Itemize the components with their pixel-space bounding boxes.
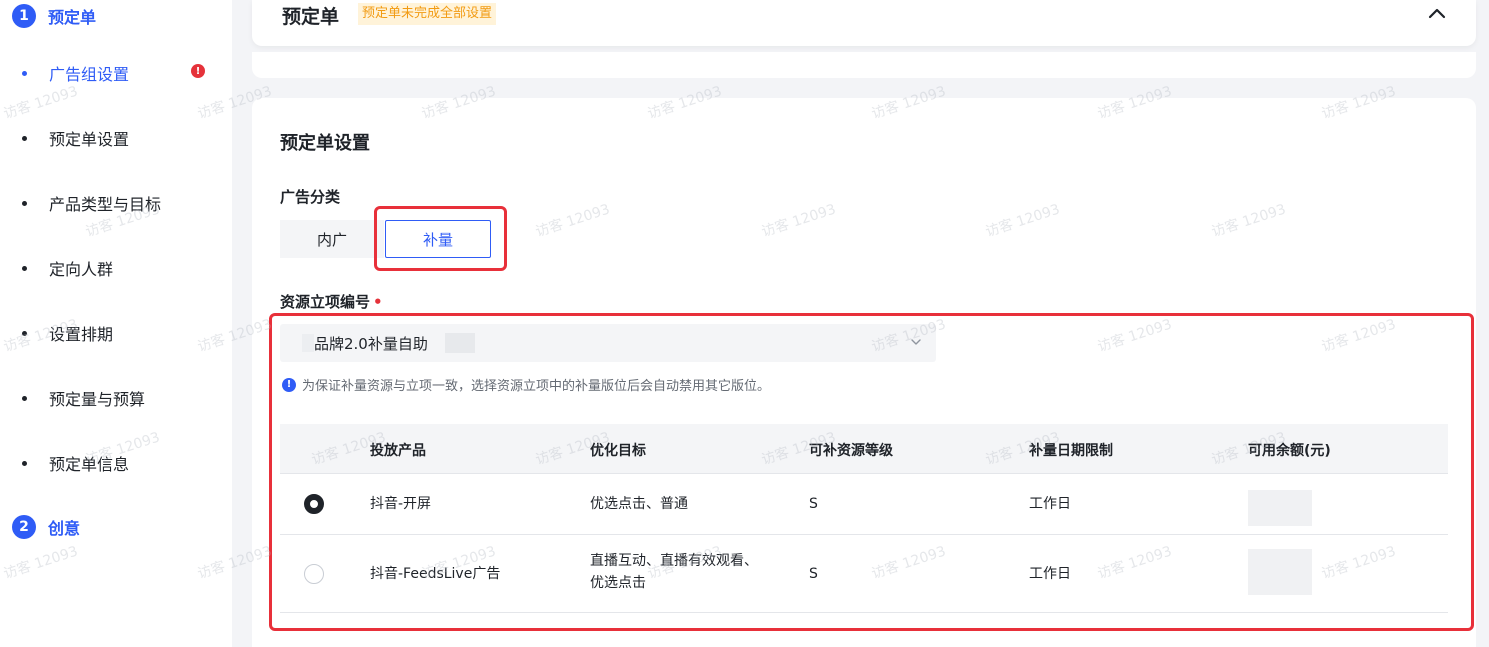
page-title: 预定单 — [282, 6, 340, 28]
sidebar-item-order-settings[interactable]: 预定单设置 — [22, 126, 129, 150]
redacted-balance — [1248, 549, 1312, 595]
required-mark: • — [373, 293, 383, 311]
sidebar-item-order-info[interactable]: 预定单信息 — [22, 451, 129, 475]
resource-id-label: 资源立项编号 • — [280, 291, 383, 312]
table-row[interactable]: 抖音-FeedsLive广告 直播互动、直播有效观看、 优选点击 S 工作日 — [280, 535, 1448, 613]
step-number: 2 — [12, 515, 36, 539]
sidebar-item-label: 产品类型与目标 — [49, 195, 162, 214]
bullet — [22, 200, 27, 206]
cell-date-limit: 工作日 — [1029, 566, 1071, 582]
cell-date-limit: 工作日 — [1029, 496, 1071, 512]
redacted-balance — [1248, 490, 1312, 526]
sidebar-item-product-type[interactable]: 产品类型与目标 — [22, 191, 161, 215]
order-settings-card: 预定单设置 广告分类 内广 补量 资源立项编号• 品牌2.0补量自助试 ! 为保… — [252, 98, 1476, 647]
cell-goal: 优选点击、普通 — [590, 496, 688, 512]
sidebar-item-label: 广告组设置 — [49, 65, 130, 84]
sidebar-item-targeting[interactable]: 定向人群 — [22, 256, 113, 280]
column-header: 补量日期限制 — [1029, 443, 1113, 459]
resource-id-select[interactable]: 品牌2.0补量自助试 — [280, 324, 936, 362]
sidebar-item-ad-group[interactable]: 广告组设置 — [22, 61, 129, 85]
row-radio[interactable] — [304, 564, 324, 584]
row-radio[interactable] — [304, 494, 324, 514]
bullet — [22, 70, 27, 76]
sidebar-item-label: 定向人群 — [49, 260, 114, 279]
section-title: 预定单设置 — [280, 133, 370, 154]
bullet — [22, 265, 27, 271]
sidebar-item-label: 预定单设置 — [49, 130, 130, 149]
chevron-up-icon[interactable] — [1428, 6, 1446, 20]
cell-level: S — [809, 566, 818, 582]
cell-product: 抖音-开屏 — [370, 496, 432, 512]
column-header: 可用余额(元) — [1248, 443, 1331, 459]
hint-text: 为保证补量资源与立项一致，选择资源立项中的补量版位后会自动禁用其它版位。 — [302, 379, 771, 394]
sidebar-item-label: 预定单信息 — [49, 455, 130, 474]
bullet — [22, 395, 27, 401]
ad-category-label: 广告分类 — [280, 188, 341, 206]
cell-product: 抖音-FeedsLive广告 — [370, 566, 501, 582]
cell-level: S — [809, 496, 818, 512]
info-icon: ! — [282, 377, 296, 392]
step-number: 1 — [12, 4, 36, 28]
label-text: 资源立项编号 — [280, 293, 371, 311]
sidebar-item-schedule[interactable]: 设置排期 — [22, 321, 113, 345]
column-header: 可补资源等级 — [809, 443, 893, 459]
redacted-area — [445, 333, 475, 353]
order-header-card: 预定单 预定单未完成全部设置 — [252, 0, 1476, 46]
redacted-area — [302, 334, 314, 352]
table-header: 投放产品 优化目标 可补资源等级 补量日期限制 可用余额(元) — [280, 424, 1448, 474]
bullet — [22, 135, 27, 141]
column-header: 优化目标 — [590, 443, 646, 459]
goal-line: 直播互动、直播有效观看、 — [590, 553, 758, 569]
step-label: 创意 — [48, 519, 81, 538]
goal-line: 优选点击 — [590, 575, 646, 591]
category-option-internal[interactable]: 内广 — [280, 220, 384, 258]
step-label: 预定单 — [48, 8, 97, 27]
category-option-supplement[interactable]: 补量 — [385, 220, 491, 258]
sidebar: 1 预定单 广告组设置 ! 预定单设置 产品类型与目标 定向人群 设置排期 预定… — [0, 0, 232, 647]
warning-badge: 预定单未完成全部设置 — [358, 3, 497, 25]
error-icon: ! — [191, 64, 205, 78]
value-text: 品牌2.0补量自助 — [314, 335, 428, 353]
sidebar-item-label: 设置排期 — [49, 325, 114, 344]
sidebar-item-budget[interactable]: 预定量与预算 — [22, 386, 145, 410]
column-header: 投放产品 — [370, 443, 426, 459]
cell-goal: 直播互动、直播有效观看、 优选点击 — [590, 550, 758, 594]
sidebar-item-label: 预定量与预算 — [49, 390, 146, 409]
step-2[interactable]: 2 创意 — [12, 515, 80, 539]
bullet — [22, 460, 27, 466]
card-divider — [252, 52, 1476, 78]
step-1[interactable]: 1 预定单 — [12, 4, 96, 28]
chevron-down-icon — [911, 339, 921, 345]
table-row[interactable]: 抖音-开屏 优选点击、普通 S 工作日 — [280, 474, 1448, 535]
bullet — [22, 330, 27, 336]
hint-message: ! 为保证补量资源与立项一致，选择资源立项中的补量版位后会自动禁用其它版位。 — [282, 375, 770, 394]
